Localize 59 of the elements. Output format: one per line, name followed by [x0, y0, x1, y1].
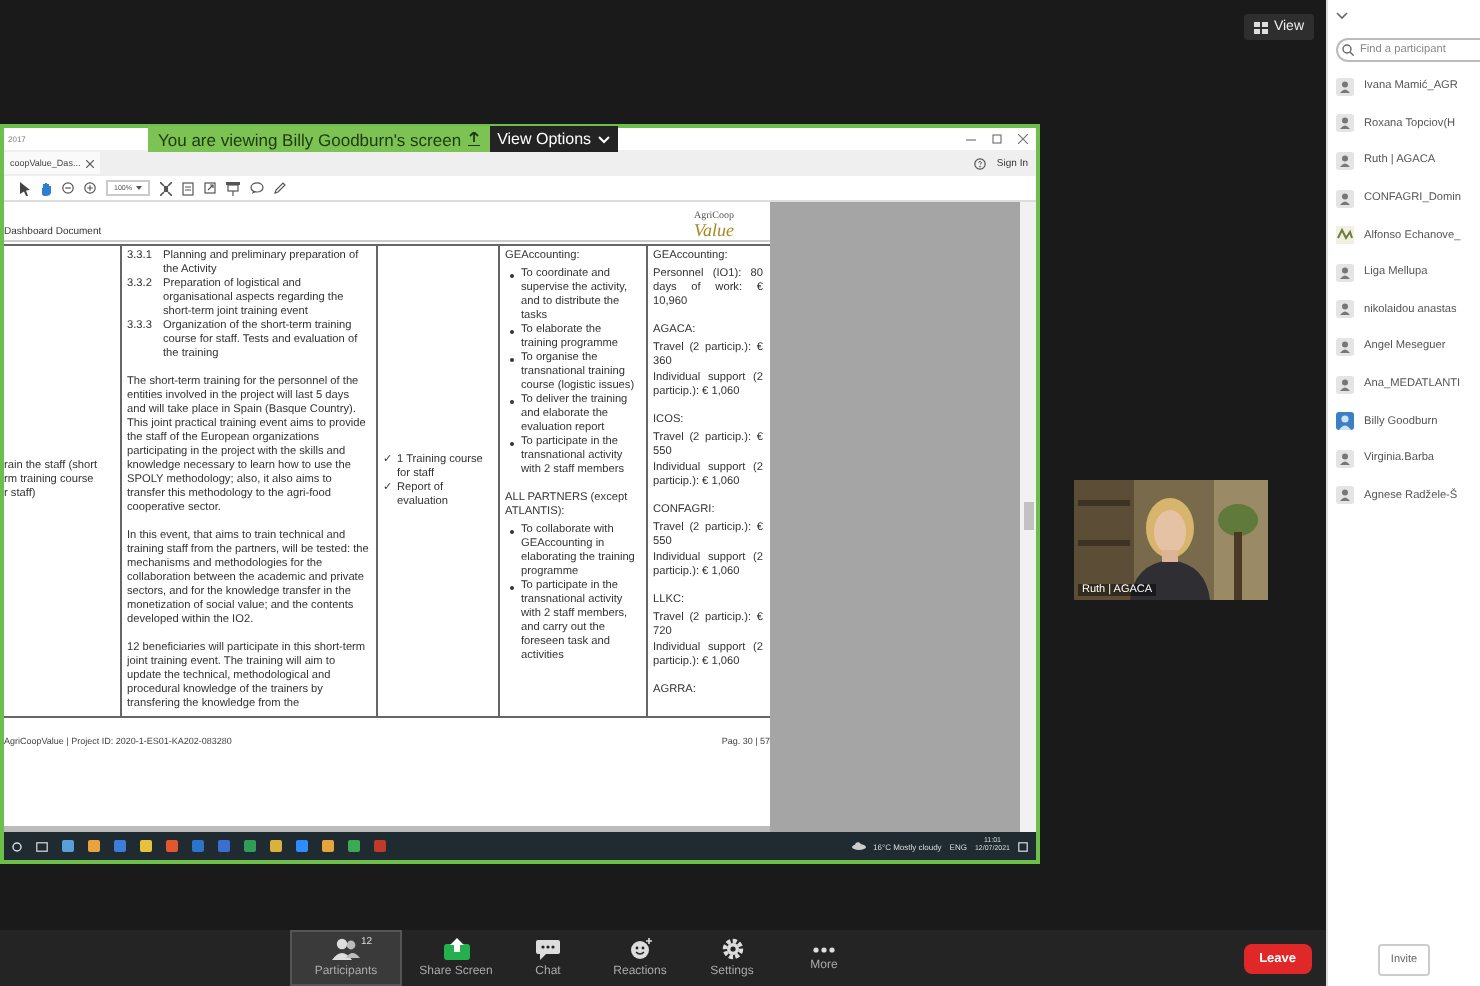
app-icon[interactable] [270, 840, 282, 852]
app-icon[interactable] [166, 840, 178, 852]
app-icon[interactable] [62, 840, 74, 852]
chevron-icon[interactable] [1336, 12, 1348, 20]
presentation-icon[interactable] [225, 181, 240, 195]
page-icon[interactable] [181, 181, 194, 195]
more-icon [812, 945, 836, 953]
user-icon [1336, 151, 1354, 170]
zoom-out-icon[interactable] [62, 182, 74, 194]
maximize-icon[interactable] [992, 134, 1002, 144]
app-icon[interactable] [192, 840, 204, 852]
fit-page-icon[interactable] [159, 181, 172, 195]
cloud-icon [851, 842, 866, 850]
close-icon[interactable] [1018, 134, 1028, 144]
settings-icon [721, 938, 743, 960]
hand-icon[interactable] [40, 181, 52, 195]
search-icon[interactable] [12, 841, 22, 851]
user-icon [1336, 77, 1354, 96]
grid-icon [1253, 21, 1268, 33]
app-icon[interactable] [374, 840, 386, 852]
chevron-icon [597, 135, 610, 143]
smiley-icon [629, 938, 651, 960]
pen-icon[interactable] [273, 182, 286, 194]
minimize-icon[interactable] [966, 134, 976, 144]
zoom-in-icon[interactable] [84, 182, 96, 194]
caret-icon [135, 186, 142, 190]
close-icon[interactable] [86, 159, 95, 167]
upload-icon [467, 132, 480, 146]
avatar-icon [1336, 412, 1354, 431]
user-icon [1336, 263, 1354, 282]
logo-icon [1336, 226, 1354, 245]
chat-icon [536, 938, 560, 960]
user-icon [1336, 486, 1354, 505]
people-icon [332, 938, 360, 960]
notification-icon[interactable] [1018, 841, 1028, 851]
app-icon[interactable] [348, 840, 360, 852]
comment-icon[interactable] [249, 182, 264, 194]
help-icon[interactable] [974, 157, 987, 169]
expand-icon[interactable] [203, 182, 216, 194]
app-icon[interactable] [218, 840, 230, 852]
app-icon[interactable] [88, 840, 100, 852]
user-icon [1336, 449, 1354, 468]
sharing-banner: You are viewing Billy Goodburn's screen [148, 126, 490, 152]
app-icon[interactable] [296, 840, 308, 852]
user-icon [1336, 337, 1354, 356]
view-options-button[interactable]: View Options [489, 126, 618, 152]
app-icon[interactable] [244, 840, 256, 852]
scrollbar[interactable] [1020, 202, 1036, 832]
task-view-icon[interactable] [36, 841, 48, 851]
share-screen-icon [443, 938, 469, 960]
app-icon[interactable] [114, 840, 126, 852]
app-icon[interactable] [140, 840, 152, 852]
search-icon [1342, 44, 1354, 56]
user-icon [1336, 189, 1354, 208]
user-icon [1336, 375, 1354, 394]
app-icon[interactable] [322, 840, 334, 852]
user-icon [1336, 114, 1354, 133]
user-icon [1336, 300, 1354, 319]
pointer-icon[interactable] [20, 181, 30, 195]
